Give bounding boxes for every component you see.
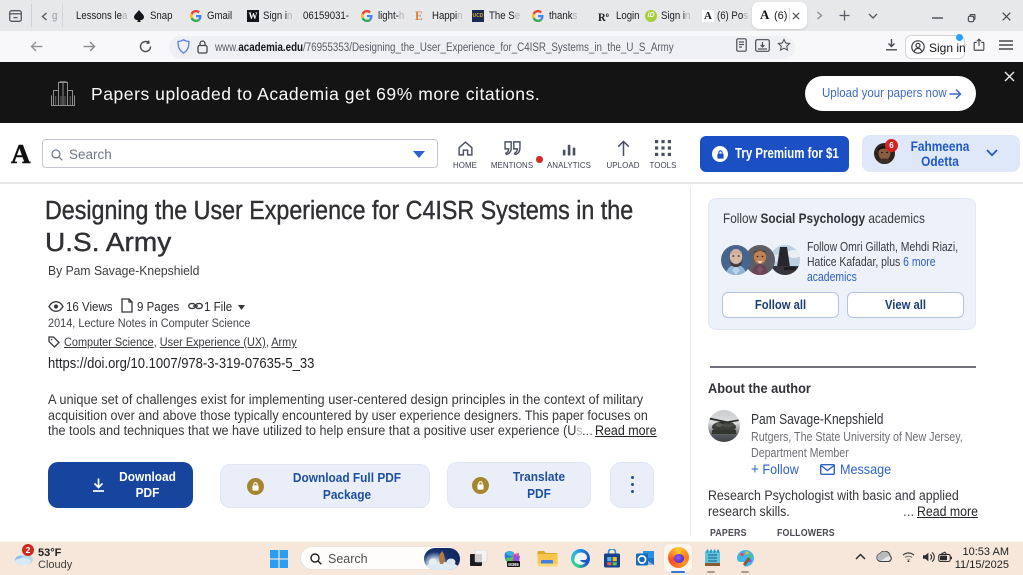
svg-text:M365: M365	[508, 562, 519, 567]
